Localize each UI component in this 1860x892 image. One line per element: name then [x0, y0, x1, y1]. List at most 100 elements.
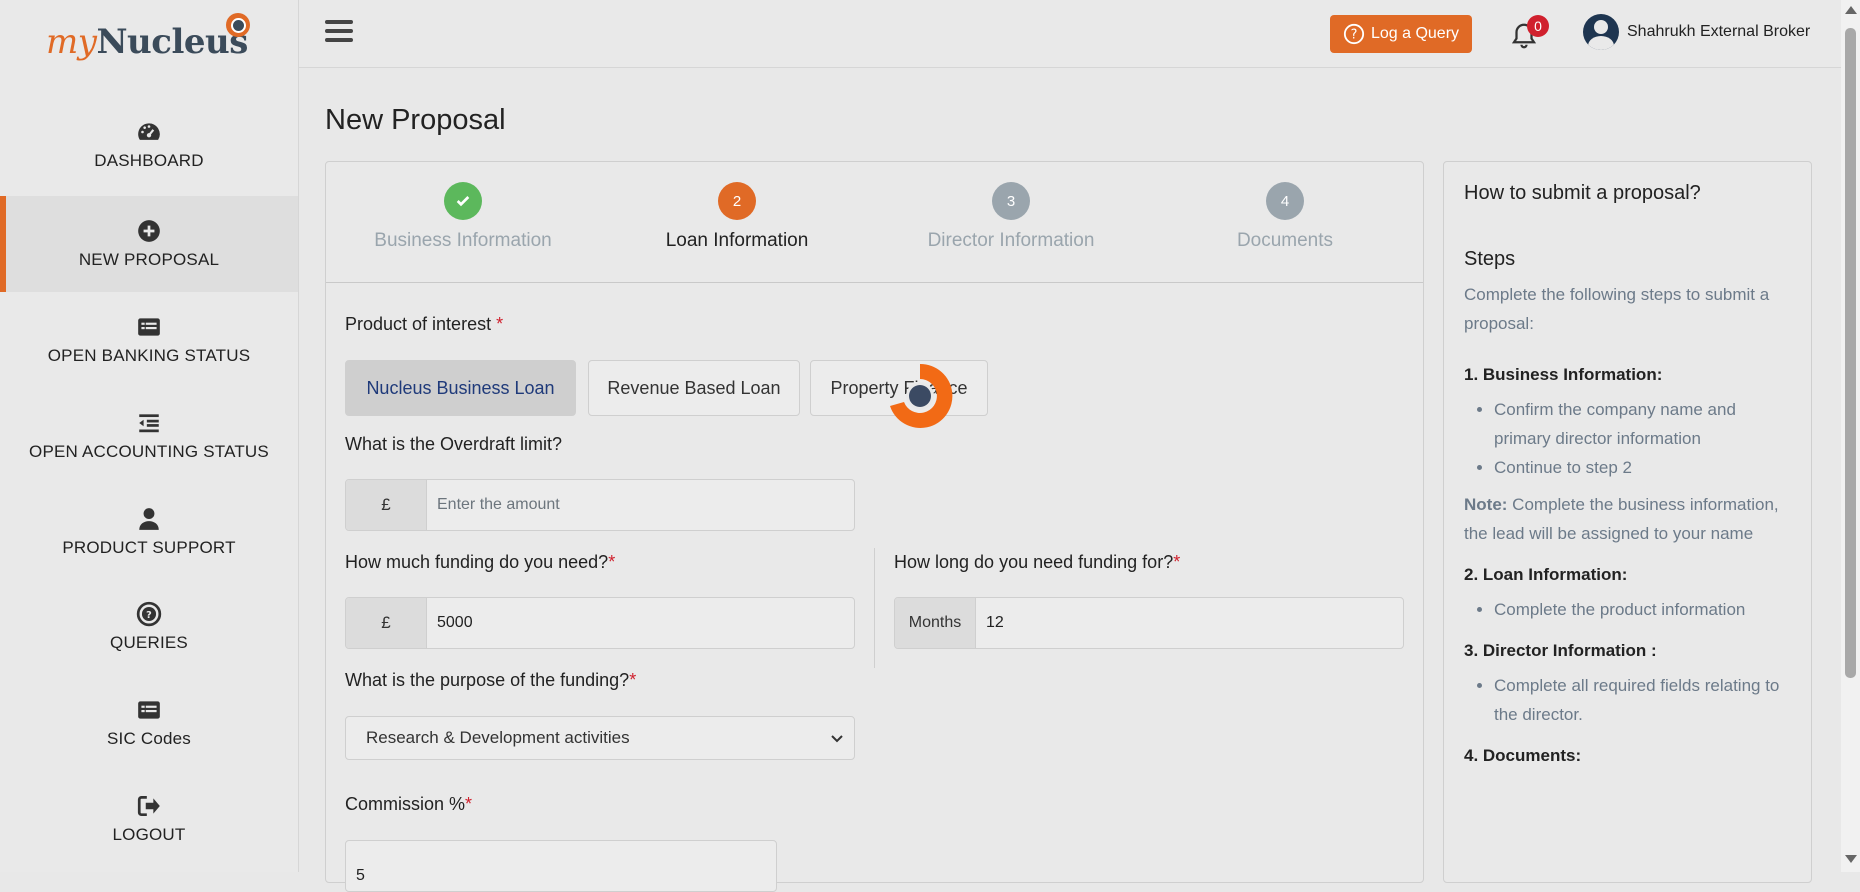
log-query-button[interactable]: ? Log a Query: [1330, 15, 1472, 53]
proposal-form-card: Business Information 2 Loan Information …: [325, 161, 1424, 892]
step-loan-information[interactable]: 2 Loan Information: [600, 182, 874, 252]
step-label: Director Information: [927, 230, 1095, 251]
overdraft-amount-input[interactable]: Enter the amount: [427, 480, 854, 530]
commission-input[interactable]: 5: [346, 841, 776, 891]
sidebar-item-label: OPEN ACCOUNTING STATUS: [29, 442, 269, 461]
notification-count-badge: 0: [1527, 15, 1549, 37]
loading-spinner-icon: [890, 363, 953, 428]
step-director-information[interactable]: 3 Director Information: [874, 182, 1148, 252]
product-nucleus-business-loan-button[interactable]: Nucleus Business Loan: [345, 360, 576, 416]
logo-text-my: my: [46, 22, 97, 62]
step-documents[interactable]: 4 Documents: [1148, 182, 1422, 252]
funding-purpose-text: What is the purpose of the funding?: [345, 670, 630, 690]
sidebar-item-label: SIC Codes: [106, 729, 191, 748]
funding-amount-label: How much funding do you need?*: [345, 552, 615, 573]
list-card-icon: [138, 701, 160, 719]
help-note: Note: Complete the business information,…: [1464, 490, 1794, 548]
svg-text:?: ?: [1351, 28, 1358, 43]
help-list-item: Complete the product information: [1494, 595, 1794, 624]
logo-mark-icon: [226, 13, 250, 37]
overdraft-amount-input-group: £ Enter the amount: [345, 479, 855, 531]
sidebar-item-sic-codes[interactable]: SIC Codes: [0, 675, 298, 771]
indent-list-icon: [139, 414, 159, 433]
commission-input-group: 5: [345, 840, 777, 892]
help-panel: How to submit a proposal? Steps Complete…: [1443, 161, 1812, 883]
help-list-item: Continue to step 2: [1494, 453, 1794, 482]
step-number: 4: [1266, 182, 1304, 220]
funding-purpose-select[interactable]: Research & Development activities: [345, 716, 855, 760]
help-list-item: Confirm the company name and primary dir…: [1494, 395, 1794, 453]
product-revenue-based-loan-button[interactable]: Revenue Based Loan: [588, 360, 800, 416]
help-section-title: 3. Director Information :: [1464, 641, 1657, 660]
funding-amount-input[interactable]: 5000: [427, 598, 854, 648]
help-note-text: Complete the business information, the l…: [1464, 495, 1779, 543]
avatar: [1583, 14, 1619, 50]
sidebar-item-label: PRODUCT SUPPORT: [62, 538, 236, 557]
step-number: 3: [992, 182, 1030, 220]
logo-text-nucleus: Nucleus: [96, 22, 248, 62]
required-mark: *: [1173, 552, 1181, 572]
months-addon: Months: [895, 598, 976, 648]
commission-text: Commission %: [345, 794, 466, 814]
dashboard-icon: [138, 123, 160, 140]
user-name: Shahrukh External Broker: [1627, 23, 1811, 40]
logout-icon: [137, 795, 160, 817]
funding-duration-input[interactable]: 12: [976, 598, 1403, 648]
sidebar-item-logout[interactable]: LOGOUT: [0, 771, 298, 867]
app-logo[interactable]: myNucleus: [46, 22, 248, 62]
help-section-title: 1. Business Information:: [1464, 365, 1663, 384]
chevron-down-icon: [831, 735, 843, 743]
required-mark: *: [496, 314, 504, 334]
user-menu[interactable]: Shahrukh External Broker: [1583, 14, 1810, 50]
help-intro: Complete the following steps to submit a…: [1464, 285, 1770, 333]
help-title: How to submit a proposal?: [1464, 182, 1701, 204]
page-scrollbar[interactable]: [1841, 0, 1860, 872]
scroll-down-arrow-icon[interactable]: [1845, 855, 1857, 863]
step-label: Business Information: [374, 230, 552, 251]
step-number: 2: [718, 182, 756, 220]
sidebar-item-label: DASHBOARD: [94, 151, 204, 170]
help-steps-heading: Steps: [1464, 248, 1516, 270]
help-section-title: 2. Loan Information:: [1464, 565, 1628, 584]
step-check-icon: [444, 182, 482, 220]
funding-purpose-label: What is the purpose of the funding?*: [345, 670, 636, 691]
scroll-thumb[interactable]: [1845, 28, 1856, 678]
sidebar-item-product-support[interactable]: PRODUCT SUPPORT: [0, 484, 298, 580]
sidebar-item-open-banking-status[interactable]: OPEN BANKING STATUS: [0, 292, 298, 388]
currency-addon: £: [346, 480, 427, 530]
scroll-up-arrow-icon[interactable]: [1845, 6, 1857, 14]
sidebar: myNucleus DASHBOARD NEW PROPOSAL OPEN BA…: [0, 0, 299, 872]
funding-duration-label: How long do you need funding for?*: [894, 552, 1180, 573]
log-query-label: Log a Query: [1370, 25, 1460, 42]
sidebar-item-label: OPEN BANKING STATUS: [47, 346, 251, 365]
funding-duration-input-group: Months 12: [894, 597, 1404, 649]
funding-amount-text: How much funding do you need?: [345, 552, 609, 572]
step-business-information[interactable]: Business Information: [326, 182, 600, 252]
sidebar-item-dashboard[interactable]: DASHBOARD: [0, 97, 298, 193]
list-card-icon: [138, 318, 160, 336]
help-body: Complete the following steps to submit a…: [1464, 280, 1794, 770]
sidebar-item-queries[interactable]: ? QUERIES: [0, 579, 298, 675]
help-list: Confirm the company name and primary dir…: [1464, 395, 1794, 482]
required-mark: *: [629, 670, 637, 690]
user-icon: [139, 508, 159, 530]
funding-purpose-value: Research & Development activities: [366, 728, 630, 747]
sidebar-item-label: LOGOUT: [112, 825, 186, 844]
sidebar-item-new-proposal[interactable]: NEW PROPOSAL: [0, 196, 298, 292]
sidebar-item-label: NEW PROPOSAL: [78, 250, 220, 269]
plus-circle-icon: [138, 220, 160, 242]
sidebar-item-open-accounting-status[interactable]: OPEN ACCOUNTING STATUS: [0, 388, 298, 484]
commission-label: Commission %*: [345, 794, 472, 815]
help-note-label: Note:: [1464, 495, 1508, 514]
top-bar: ? Log a Query 0 Shahrukh External Broker: [299, 0, 1841, 68]
currency-addon: £: [346, 598, 427, 648]
help-list-item: Complete all required fields relating to…: [1494, 671, 1794, 729]
page-title: New Proposal: [325, 104, 506, 136]
help-list: Complete the product information: [1464, 595, 1794, 624]
funding-amount-input-group: £ 5000: [345, 597, 855, 649]
column-divider: [874, 548, 875, 668]
step-label: Documents: [1236, 230, 1334, 251]
funding-duration-text: How long do you need funding for?: [894, 552, 1174, 572]
question-bubble-icon: ?: [1343, 23, 1365, 45]
menu-toggle-icon[interactable]: [325, 20, 353, 46]
